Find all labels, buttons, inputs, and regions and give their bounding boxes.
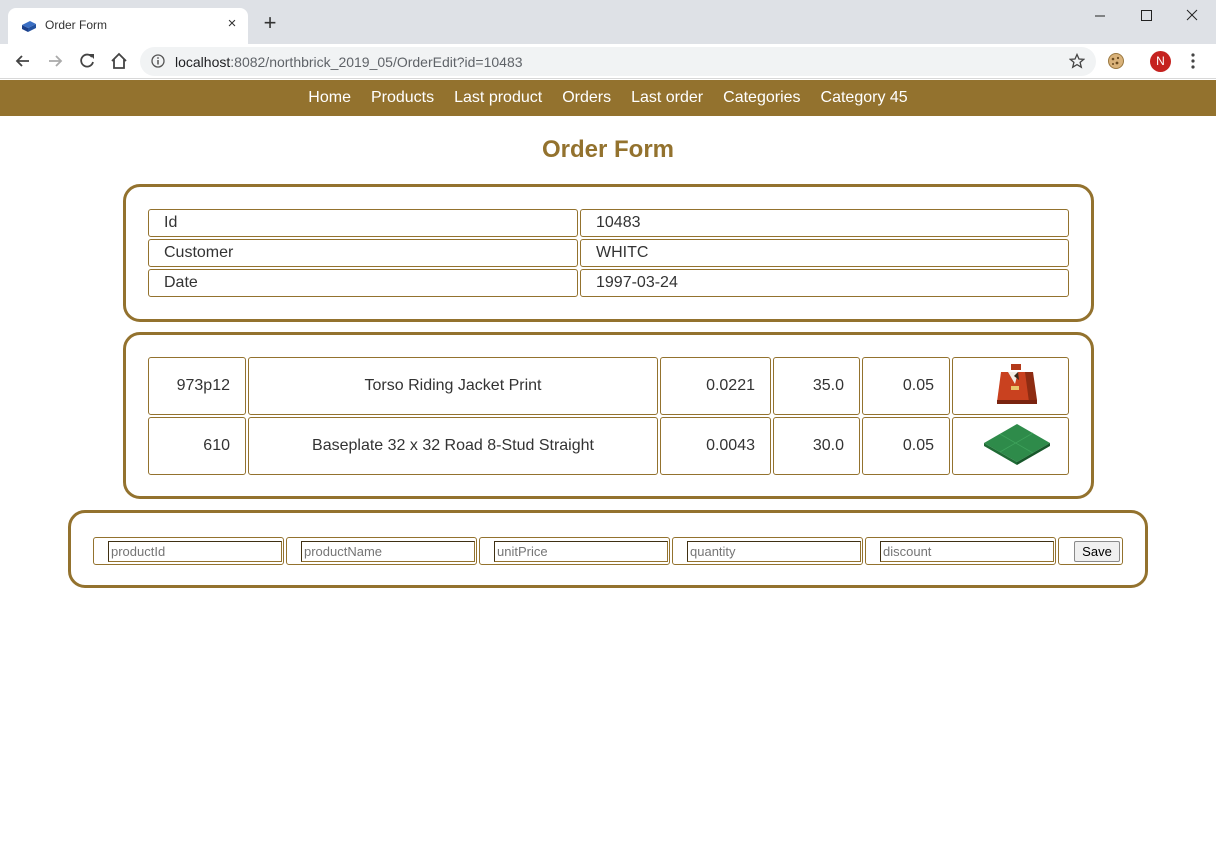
green-baseplate-image <box>984 424 1050 465</box>
nav-link-categories[interactable]: Categories <box>723 89 800 107</box>
order-field-value: WHITC <box>580 239 1069 267</box>
date-label: Date <box>164 274 198 291</box>
line-unit-price: 0.0221 <box>660 357 771 415</box>
page-title: Order Form <box>541 136 675 163</box>
line-product-image <box>952 357 1069 415</box>
url-host: localhost <box>175 54 231 70</box>
line-unit-price-text: 0.0043 <box>706 437 755 454</box>
order-line-row: 610 Baseplate 32 x 32 Road 8-Stud Straig… <box>148 417 1070 475</box>
tab-close-icon[interactable]: × <box>224 16 240 32</box>
window-close-icon[interactable] <box>1182 6 1202 26</box>
product-id-input[interactable] <box>108 541 282 562</box>
add-line-panel: Save <box>68 510 1148 588</box>
quantity-cell <box>672 537 863 565</box>
save-button[interactable]: Save <box>1074 541 1120 562</box>
line-unit-price-text: 0.0221 <box>706 377 755 394</box>
forward-arrow-icon[interactable] <box>44 50 66 72</box>
line-quantity: 35.0 <box>773 357 860 415</box>
bookmark-star-icon[interactable] <box>1069 53 1085 69</box>
discount-input[interactable] <box>880 541 1054 562</box>
home-icon[interactable] <box>108 50 130 72</box>
line-product-id-text: 610 <box>203 437 230 454</box>
nav-link-category-45[interactable]: Category 45 <box>821 89 908 107</box>
order-field-label: Date <box>148 269 578 297</box>
window-minimize-icon[interactable] <box>1090 6 1110 26</box>
profile-avatar[interactable]: N <box>1150 51 1171 72</box>
line-product-id: 973p12 <box>148 357 246 415</box>
line-product-id-text: 973p12 <box>176 377 230 394</box>
line-product-image <box>952 417 1069 475</box>
nav-link-products[interactable]: Products <box>371 89 434 107</box>
discount-cell <box>865 537 1056 565</box>
url-text: localhost:8082/northbrick_2019_05/OrderE… <box>175 54 523 70</box>
order-lines-panel: 973p12 Torso Riding Jacket Print 0.0221 … <box>123 332 1094 499</box>
line-discount-text: 0.05 <box>902 377 934 394</box>
extension-cookie-icon[interactable] <box>1107 52 1125 70</box>
save-cell: Save <box>1058 537 1123 565</box>
tab-title: Order Form <box>45 18 108 32</box>
nav-link-last-order[interactable]: Last order <box>631 89 703 107</box>
customer-label: Customer <box>164 244 234 261</box>
window-maximize-icon[interactable] <box>1136 6 1156 26</box>
order-field-label: Id <box>148 209 578 237</box>
line-unit-price: 0.0043 <box>660 417 771 475</box>
torso-riding-jacket-image <box>997 364 1037 404</box>
product-name-input[interactable] <box>301 541 475 562</box>
line-quantity-text: 30.0 <box>812 437 844 454</box>
address-bar[interactable]: localhost:8082/northbrick_2019_05/OrderE… <box>140 47 1096 76</box>
order-field-value: 1997-03-24 <box>580 269 1069 297</box>
browser-toolbar: localhost:8082/northbrick_2019_05/OrderE… <box>0 44 1216 79</box>
id-label: Id <box>164 214 178 231</box>
line-discount-text: 0.05 <box>902 437 934 454</box>
quantity-input[interactable] <box>687 541 861 562</box>
browser-menu-icon[interactable] <box>1185 52 1201 70</box>
back-arrow-icon[interactable] <box>12 50 34 72</box>
order-field-value: 10483 <box>580 209 1069 237</box>
product-id-cell <box>93 537 284 565</box>
line-product-name: Baseplate 32 x 32 Road 8-Stud Straight <box>248 417 658 475</box>
line-quantity-text: 35.0 <box>812 377 844 394</box>
url-path: :8082/northbrick_2019_05/OrderEdit?id=10… <box>230 54 523 70</box>
order-line-row: 973p12 Torso Riding Jacket Print 0.0221 … <box>148 357 1070 415</box>
line-discount: 0.05 <box>862 357 950 415</box>
brick-favicon-icon <box>22 21 36 32</box>
browser-titlebar: Order Form × + <box>0 0 1216 44</box>
id-value: 10483 <box>596 214 641 231</box>
product-name-cell <box>286 537 477 565</box>
order-field-label: Customer <box>148 239 578 267</box>
line-product-id: 610 <box>148 417 246 475</box>
line-discount: 0.05 <box>862 417 950 475</box>
line-product-name-text: Baseplate 32 x 32 Road 8-Stud Straight <box>312 437 594 454</box>
customer-value: WHITC <box>596 244 649 261</box>
unit-price-cell <box>479 537 670 565</box>
line-quantity: 30.0 <box>773 417 860 475</box>
nav-link-home[interactable]: Home <box>308 89 351 107</box>
reload-icon[interactable] <box>76 50 98 72</box>
site-nav: Home Products Last product Orders Last o… <box>0 80 1216 116</box>
nav-link-orders[interactable]: Orders <box>562 89 611 107</box>
line-product-name-text: Torso Riding Jacket Print <box>364 377 542 394</box>
order-details-panel: Id 10483 Customer WHITC Date 1997-03-24 <box>123 184 1094 322</box>
new-tab-icon[interactable]: + <box>260 12 280 34</box>
unit-price-input[interactable] <box>494 541 668 562</box>
browser-tab[interactable]: Order Form × <box>8 8 248 44</box>
site-info-icon[interactable] <box>151 54 165 68</box>
line-product-name: Torso Riding Jacket Print <box>248 357 658 415</box>
date-value: 1997-03-24 <box>596 274 678 291</box>
nav-link-last-product[interactable]: Last product <box>454 89 542 107</box>
